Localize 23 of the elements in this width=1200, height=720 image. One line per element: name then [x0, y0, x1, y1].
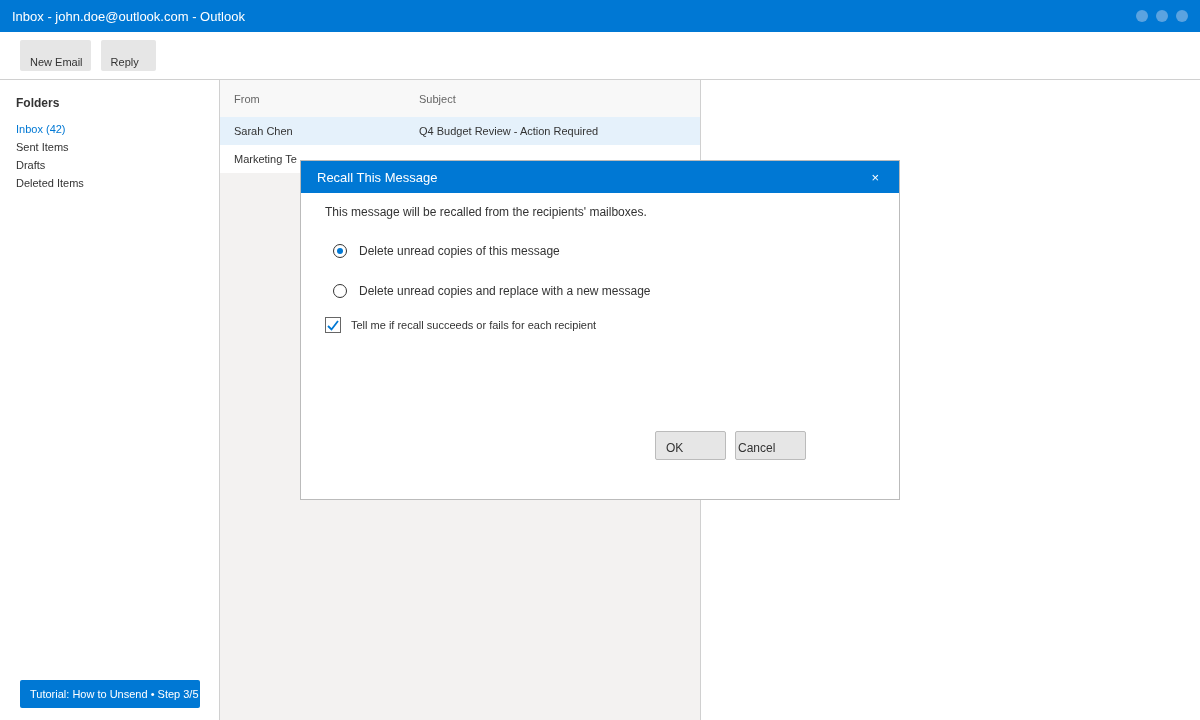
dialog-button[interactable]: Cancel	[735, 431, 806, 460]
subject-cell: Q4 Budget Review - Action Required	[419, 125, 599, 137]
dialog-button[interactable]: OK	[655, 431, 726, 460]
folder-item[interactable]: Deleted Items	[16, 174, 203, 192]
window-title: Inbox - john.doe@outlook.com - Outlook	[12, 8, 245, 24]
checkbox-label: Tell me if recall succeeds or fails for each recipient	[351, 319, 597, 331]
option-label: Delete unread copies and replace with a new message	[359, 284, 651, 298]
folders-heading: Folders	[16, 96, 61, 110]
toolbar-button[interactable]: New Email	[20, 40, 91, 71]
dialog-message: This message will be recalled from the recipients' mailboxes.	[325, 205, 648, 219]
checkbox[interactable]	[325, 317, 341, 333]
sender-cell-text: Sarah Chen	[234, 125, 294, 137]
folder-item[interactable]: Inbox (42)	[16, 120, 203, 138]
sender-cell-text: Marketing Te	[234, 153, 298, 165]
column-header: From	[234, 92, 261, 105]
column-header: Subject	[419, 92, 456, 105]
option-label: Delete unread copies of this message	[359, 244, 560, 258]
message-row[interactable]: Sarah Chen Q4 Budget Review - Action Required	[220, 117, 700, 145]
close-button[interactable]: ×	[867, 169, 883, 185]
toolbar-button[interactable]: Reply	[100, 40, 156, 71]
folder-item[interactable]: Drafts	[16, 156, 203, 174]
folder-item[interactable]: Sent Items	[16, 138, 203, 156]
tutorial-badge: Tutorial: How to Unsend • Step 3/5	[20, 680, 200, 708]
